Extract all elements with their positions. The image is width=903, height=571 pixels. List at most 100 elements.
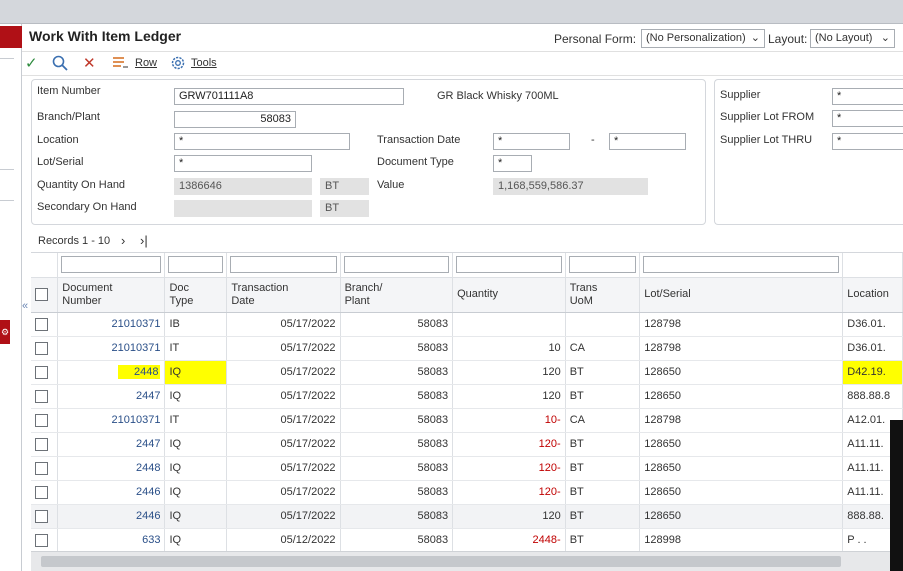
branch-plant-field[interactable]: 58083 — [174, 111, 296, 128]
row-checkbox[interactable] — [35, 533, 48, 547]
browser-top-bar — [0, 0, 903, 24]
row-checkbox[interactable] — [35, 389, 48, 403]
cell-doc-number[interactable]: 21010371 — [57, 312, 166, 337]
cell-doc-type: IQ — [164, 504, 228, 529]
location-field[interactable]: * — [174, 133, 350, 150]
cell-doc-number[interactable]: 2447 — [57, 384, 166, 409]
table-row[interactable]: 21010371 IT 05/17/2022 58083 10 CA 128798 D36.0… — [31, 336, 903, 361]
col-location[interactable]: Location — [842, 277, 903, 313]
cell-doc-number[interactable]: 21010371 — [57, 336, 166, 361]
cell-doc-type: IT — [164, 408, 228, 433]
cell-trans-date: 05/17/2022 — [226, 456, 341, 481]
filter-branch-plant[interactable] — [343, 256, 450, 274]
item-number-field[interactable]: GRW701111A8 — [174, 88, 404, 105]
select-all-checkbox[interactable] — [35, 287, 48, 301]
scrollbar-thumb[interactable] — [41, 556, 841, 567]
filter-doc-type[interactable] — [168, 256, 224, 274]
filter-quantity[interactable] — [456, 256, 562, 274]
item-ledger-grid: Document Number Doc Type Transaction Date B… — [31, 252, 903, 571]
table-row[interactable]: 633 IQ 05/12/2022 58083 2448- BT 128998 P . . — [31, 528, 903, 553]
gear-icon — [170, 55, 186, 76]
cell-trans-date: 05/12/2022 — [226, 528, 341, 553]
search-icon[interactable] — [52, 55, 68, 76]
col-trans-date[interactable]: Transaction Date — [226, 277, 341, 313]
row-checkbox[interactable] — [35, 485, 48, 499]
layout-select[interactable]: (No Layout) ⌄ — [810, 29, 895, 48]
cell-quantity: 120- — [452, 480, 566, 505]
table-row[interactable]: 2447 IQ 05/17/2022 58083 120- BT 128650 A11.11. — [31, 432, 903, 457]
table-row[interactable]: 2448 IQ 05/17/2022 58083 120- BT 128650 A11.11. — [31, 456, 903, 481]
row-checkbox[interactable] — [35, 461, 48, 475]
cell-doc-number[interactable]: 21010371 — [57, 408, 166, 433]
table-row[interactable]: 2446 IQ 05/17/2022 58083 120- BT 128650 A11.11. — [31, 480, 903, 505]
filter-lot-serial[interactable] — [643, 256, 840, 274]
row-select-cell — [31, 528, 59, 553]
cell-trans-uom: BT — [565, 504, 641, 529]
cell-doc-type: IQ — [164, 480, 228, 505]
cell-trans-uom: BT — [565, 528, 641, 553]
left-nav-tab[interactable] — [0, 26, 22, 48]
personal-form-select[interactable]: (No Personalization) ⌄ — [641, 29, 765, 48]
cell-doc-number[interactable]: 2446 — [57, 480, 166, 505]
cell-doc-number[interactable]: 633 — [57, 528, 166, 553]
filter-trans-uom[interactable] — [568, 256, 637, 274]
col-branch-plant[interactable]: Branch/Plant — [340, 277, 454, 313]
supplier-lot-from-field[interactable]: * — [832, 110, 903, 127]
filter-trans-date[interactable] — [230, 256, 337, 274]
cell-doc-number[interactable]: 2448 — [57, 360, 166, 385]
cell-doc-number[interactable]: 2446 — [57, 504, 166, 529]
table-row[interactable]: 2447 IQ 05/17/2022 58083 120 BT 128650 888.88.8 — [31, 384, 903, 409]
cell-location: D36.01. — [842, 336, 903, 361]
cell-location: D42.19. — [842, 360, 903, 385]
next-page-icon[interactable]: › — [121, 233, 125, 248]
left-nav-divider — [0, 58, 14, 59]
left-nav-marker[interactable]: ⚙ — [0, 320, 10, 344]
checkmark-icon[interactable]: ✓ — [25, 55, 38, 73]
table-row[interactable]: 21010371 IT 05/17/2022 58083 10- CA 128798 A12.… — [31, 408, 903, 433]
table-row[interactable]: 2446 IQ 05/17/2022 58083 120 BT 128650 888.88. — [31, 504, 903, 529]
row-menu-label: Row — [135, 57, 158, 69]
transaction-date-from-field[interactable]: * — [493, 133, 570, 150]
row-checkbox[interactable] — [35, 437, 48, 451]
row-checkbox[interactable] — [35, 341, 48, 355]
col-quantity[interactable]: Quantity — [452, 277, 566, 313]
supplier-field[interactable]: * — [832, 88, 903, 105]
transaction-date-to-field[interactable]: * — [609, 133, 686, 150]
personal-form-label: Personal Form: — [554, 32, 637, 46]
row-select-cell — [31, 504, 59, 529]
col-doc-number[interactable]: Document Number — [57, 277, 166, 313]
row-menu-button[interactable]: Row — [135, 57, 157, 69]
secondary-uom-field: BT — [320, 200, 369, 217]
col-trans-uom[interactable]: Trans UoM — [565, 277, 641, 313]
document-type-field[interactable]: * — [493, 155, 532, 172]
supplier-lot-thru-field[interactable]: * — [832, 133, 903, 150]
lot-serial-field[interactable]: * — [174, 155, 312, 172]
row-checkbox[interactable] — [35, 317, 48, 331]
col-branch-plant-line1: Branch/ — [344, 281, 383, 294]
row-checkbox[interactable] — [35, 365, 48, 379]
lot-serial-label: Lot/Serial — [37, 156, 84, 168]
cell-lot-serial: 128650 — [639, 480, 844, 505]
filter-doc-number[interactable] — [61, 256, 162, 274]
col-lot-serial[interactable]: Lot/Serial — [639, 277, 844, 313]
cell-doc-type: IQ — [164, 432, 228, 457]
supplier-lot-from-label: Supplier Lot FROM — [720, 111, 815, 123]
tools-menu-button[interactable]: Tools — [191, 57, 217, 69]
col-doc-type[interactable]: Doc Type — [164, 277, 228, 313]
cell-quantity: 120- — [452, 456, 566, 481]
col-trans-date-line2: Date — [231, 294, 255, 307]
cell-trans-uom: BT — [565, 432, 641, 457]
row-checkbox[interactable] — [35, 509, 48, 523]
grid-body: 21010371 IB 05/17/2022 58083 128798 D36.01. 21… — [31, 312, 903, 553]
row-select-cell — [31, 480, 59, 505]
close-icon[interactable]: ✕ — [83, 55, 96, 73]
table-row[interactable]: 2448 IQ 05/17/2022 58083 120 BT 128650 D42.19. — [31, 360, 903, 385]
last-page-icon[interactable]: ›| — [140, 233, 148, 248]
cell-lot-serial: 128998 — [639, 528, 844, 553]
row-checkbox[interactable] — [35, 413, 48, 427]
cell-doc-number[interactable]: 2447 — [57, 432, 166, 457]
table-row[interactable]: 21010371 IB 05/17/2022 58083 128798 D36.01. — [31, 312, 903, 337]
cell-doc-number[interactable]: 2448 — [57, 456, 166, 481]
filter-cell — [452, 253, 566, 278]
horizontal-scrollbar[interactable] — [31, 551, 893, 571]
